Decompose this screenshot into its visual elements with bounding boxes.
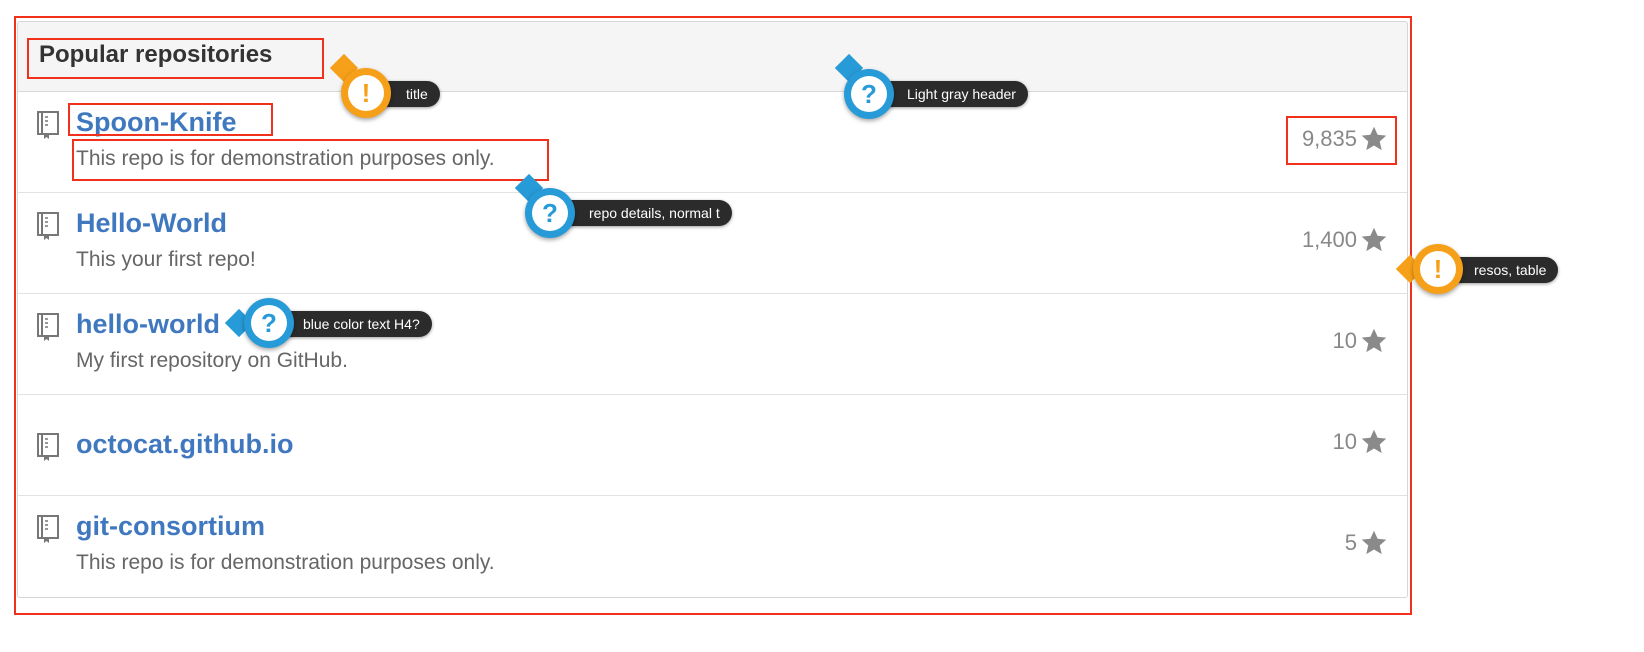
repo-book-icon [37, 433, 59, 461]
annotation-tag-table[interactable]: resos, table ! [1395, 244, 1566, 296]
repo-stars[interactable]: 1,400 [1302, 223, 1388, 257]
repo-description: This repo is for demonstration purposes … [76, 551, 495, 574]
annotation-label: Light gray header [873, 81, 1028, 107]
star-icon [1361, 328, 1387, 353]
star-count: 10 [1332, 429, 1357, 454]
repo-description: This your first repo! [76, 248, 256, 271]
question-icon: ? [251, 305, 287, 341]
repo-description: My first repository on GitHub. [76, 349, 348, 372]
repo-stars[interactable]: 10 [1333, 425, 1388, 459]
annotation-tag-details[interactable]: repo details, normal t ? [514, 173, 745, 242]
warning-badge-icon: ! [341, 68, 391, 118]
highlight-box-repo-name [68, 103, 273, 136]
star-count: 5 [1344, 530, 1357, 555]
highlight-box-repo-description [72, 139, 549, 181]
annotation-tag-h4[interactable]: blue color text H4? ? [224, 298, 450, 350]
annotation-tag-header[interactable]: Light gray header ? [834, 53, 1040, 122]
repo-row: git-consortium This repo is for demonstr… [18, 496, 1407, 597]
highlight-box-star-count [1286, 116, 1397, 165]
question-badge-icon: ? [525, 188, 575, 238]
highlight-box-title [27, 38, 324, 79]
star-count: 10 [1332, 328, 1357, 353]
repo-stars[interactable]: 5 [1345, 526, 1388, 560]
star-count: 1,400 [1301, 227, 1357, 252]
warning-badge-icon: ! [1413, 244, 1463, 294]
annotation-tag-title[interactable]: title ! [329, 53, 445, 122]
exclamation-icon: ! [348, 75, 384, 111]
exclamation-icon: ! [1420, 251, 1456, 287]
repo-book-icon [37, 212, 59, 240]
repo-stars[interactable]: 10 [1333, 324, 1388, 358]
repo-book-icon [37, 111, 59, 139]
repo-name-link[interactable]: git-consortium [76, 509, 265, 543]
repo-name-link[interactable]: hello-world [76, 307, 220, 341]
annotation-label: repo details, normal t [555, 200, 732, 226]
question-icon: ? [532, 195, 568, 231]
repo-book-icon [37, 313, 59, 341]
repo-name-link[interactable]: Hello-World [76, 206, 227, 240]
star-icon [1361, 429, 1387, 454]
question-badge-icon: ? [244, 298, 294, 348]
star-icon [1361, 530, 1387, 555]
repo-name-link[interactable]: octocat.github.io [76, 427, 293, 461]
repo-row: octocat.github.io 10 [18, 395, 1407, 496]
star-icon [1361, 227, 1387, 252]
repo-book-icon [37, 515, 59, 543]
question-badge-icon: ? [844, 69, 894, 119]
question-icon: ? [851, 76, 887, 112]
